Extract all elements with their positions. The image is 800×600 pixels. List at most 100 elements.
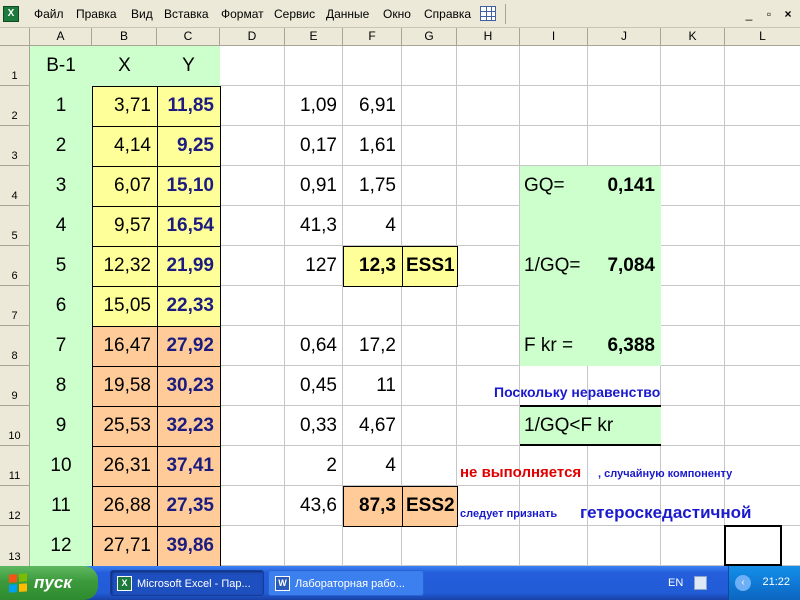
row-header-1[interactable]: 1 <box>0 46 30 86</box>
menu-tools[interactable]: Сервис <box>274 6 315 22</box>
note-not-satisfied[interactable]: не выполняется <box>460 464 581 481</box>
cell-x[interactable]: 27,71 <box>92 526 157 566</box>
cell-a[interactable]: 12 <box>30 526 92 566</box>
column-header-b[interactable]: B <box>92 28 157 46</box>
cell-y[interactable]: 15,10 <box>157 166 220 206</box>
cell-y[interactable]: 39,86 <box>157 526 220 566</box>
column-header-d[interactable]: D <box>220 28 285 46</box>
inv-gq-value[interactable]: 7,084 <box>588 246 661 286</box>
header-b1[interactable]: В-1 <box>30 46 92 86</box>
row-header-6[interactable]: 6 <box>0 246 30 286</box>
cell-y[interactable]: 11,85 <box>157 86 220 126</box>
column-header-h[interactable]: H <box>457 28 520 46</box>
cell-e[interactable]: 127 <box>285 246 343 286</box>
cell-e[interactable]: 1,09 <box>285 86 343 126</box>
clock[interactable]: 21:22 <box>762 576 790 588</box>
row-header-12[interactable]: 12 <box>0 486 30 526</box>
cell-f[interactable]: 1,75 <box>343 166 402 206</box>
cell-y[interactable]: 16,54 <box>157 206 220 246</box>
gq-label[interactable]: GQ= <box>520 166 588 206</box>
taskbar-word[interactable]: W Лабораторная рабо... <box>268 570 424 596</box>
row-header-4[interactable]: 4 <box>0 166 30 206</box>
gq-value[interactable]: 0,141 <box>588 166 661 206</box>
cell-e[interactable]: 41,3 <box>285 206 343 246</box>
cell-y[interactable]: 30,23 <box>157 366 220 406</box>
cell-x[interactable]: 16,47 <box>92 326 157 366</box>
fkr-value[interactable]: 6,388 <box>588 326 661 366</box>
cell-f[interactable]: 6,91 <box>343 86 402 126</box>
cell-a[interactable]: 7 <box>30 326 92 366</box>
cell-x[interactable]: 26,88 <box>92 486 157 526</box>
cell-y[interactable]: 37,41 <box>157 446 220 486</box>
cell-f[interactable]: 1,61 <box>343 126 402 166</box>
column-header-i[interactable]: I <box>520 28 588 46</box>
cell-x[interactable]: 26,31 <box>92 446 157 486</box>
row-header-8[interactable]: 8 <box>0 326 30 366</box>
row-header-13[interactable]: 13 <box>0 526 30 566</box>
cell-f[interactable]: 4 <box>343 446 402 486</box>
active-cell-selection[interactable] <box>724 525 782 566</box>
cell-a[interactable]: 3 <box>30 166 92 206</box>
cell-a[interactable]: 6 <box>30 286 92 326</box>
cell-y[interactable]: 21,99 <box>157 246 220 286</box>
row-header-11[interactable]: 11 <box>0 446 30 486</box>
column-header-k[interactable]: K <box>661 28 725 46</box>
header-y[interactable]: Y <box>157 46 220 86</box>
cell-a[interactable]: 10 <box>30 446 92 486</box>
close-icon[interactable]: × <box>781 7 795 21</box>
cell-a[interactable]: 8 <box>30 366 92 406</box>
cell-x[interactable]: 15,05 <box>92 286 157 326</box>
fkr-label[interactable]: F kr = <box>520 326 588 366</box>
select-all-corner[interactable] <box>0 28 30 46</box>
inequality-text[interactable]: 1/GQ<F kr <box>520 406 661 446</box>
row-header-2[interactable]: 2 <box>0 86 30 126</box>
language-indicator[interactable]: EN <box>668 577 683 589</box>
cell-a[interactable]: 2 <box>30 126 92 166</box>
row-header-7[interactable]: 7 <box>0 286 30 326</box>
taskbar-excel[interactable]: X Microsoft Excel - Пар... <box>110 570 264 596</box>
menu-edit[interactable]: Правка <box>76 6 117 22</box>
cell-y[interactable]: 27,35 <box>157 486 220 526</box>
start-button[interactable]: пуск <box>0 566 98 600</box>
row-header-9[interactable]: 9 <box>0 366 30 406</box>
note-heteroscedastic[interactable]: гетероскедастичной <box>580 503 752 523</box>
column-header-f[interactable]: F <box>343 28 402 46</box>
cell-e[interactable]: 2 <box>285 446 343 486</box>
cell-a[interactable]: 5 <box>30 246 92 286</box>
cell-x[interactable]: 3,71 <box>92 86 157 126</box>
cell-a[interactable]: 9 <box>30 406 92 446</box>
column-header-a[interactable]: A <box>30 28 92 46</box>
cell-x[interactable]: 25,53 <box>92 406 157 446</box>
cell-a[interactable]: 1 <box>30 86 92 126</box>
ess2-value[interactable]: 87,3 <box>343 486 402 526</box>
ess2-label[interactable]: ESS2 <box>402 486 462 526</box>
cell-e[interactable]: 0,64 <box>285 326 343 366</box>
cell-x[interactable]: 6,07 <box>92 166 157 206</box>
cell-x[interactable]: 4,14 <box>92 126 157 166</box>
restore-icon[interactable]: ▫ <box>762 7 776 21</box>
menu-window[interactable]: Окно <box>383 6 411 22</box>
cell-y[interactable]: 9,25 <box>157 126 220 166</box>
cell-f[interactable]: 4,67 <box>343 406 402 446</box>
cell-x[interactable]: 9,57 <box>92 206 157 246</box>
column-header-j[interactable]: J <box>588 28 661 46</box>
ess1-value[interactable]: 12,3 <box>343 246 402 286</box>
cell-e[interactable]: 0,17 <box>285 126 343 166</box>
row-header-3[interactable]: 3 <box>0 126 30 166</box>
column-header-l[interactable]: L <box>725 28 800 46</box>
cell-f[interactable]: 17,2 <box>343 326 402 366</box>
menu-help[interactable]: Справка <box>424 6 471 22</box>
column-header-e[interactable]: E <box>285 28 343 46</box>
grid-icon[interactable] <box>480 6 496 21</box>
keyboard-layout-icon[interactable] <box>694 576 707 590</box>
note-should-admit[interactable]: следует признать <box>460 508 557 520</box>
cell-f[interactable]: 11 <box>343 366 402 406</box>
cell-e[interactable]: 0,45 <box>285 366 343 406</box>
note-random-component[interactable]: , случайную компоненту <box>598 468 732 480</box>
header-x[interactable]: X <box>92 46 157 86</box>
cell-y[interactable]: 27,92 <box>157 326 220 366</box>
cell-a[interactable]: 4 <box>30 206 92 246</box>
ess1-label[interactable]: ESS1 <box>402 246 462 286</box>
menu-view[interactable]: Вид <box>131 6 153 22</box>
row-header-10[interactable]: 10 <box>0 406 30 446</box>
